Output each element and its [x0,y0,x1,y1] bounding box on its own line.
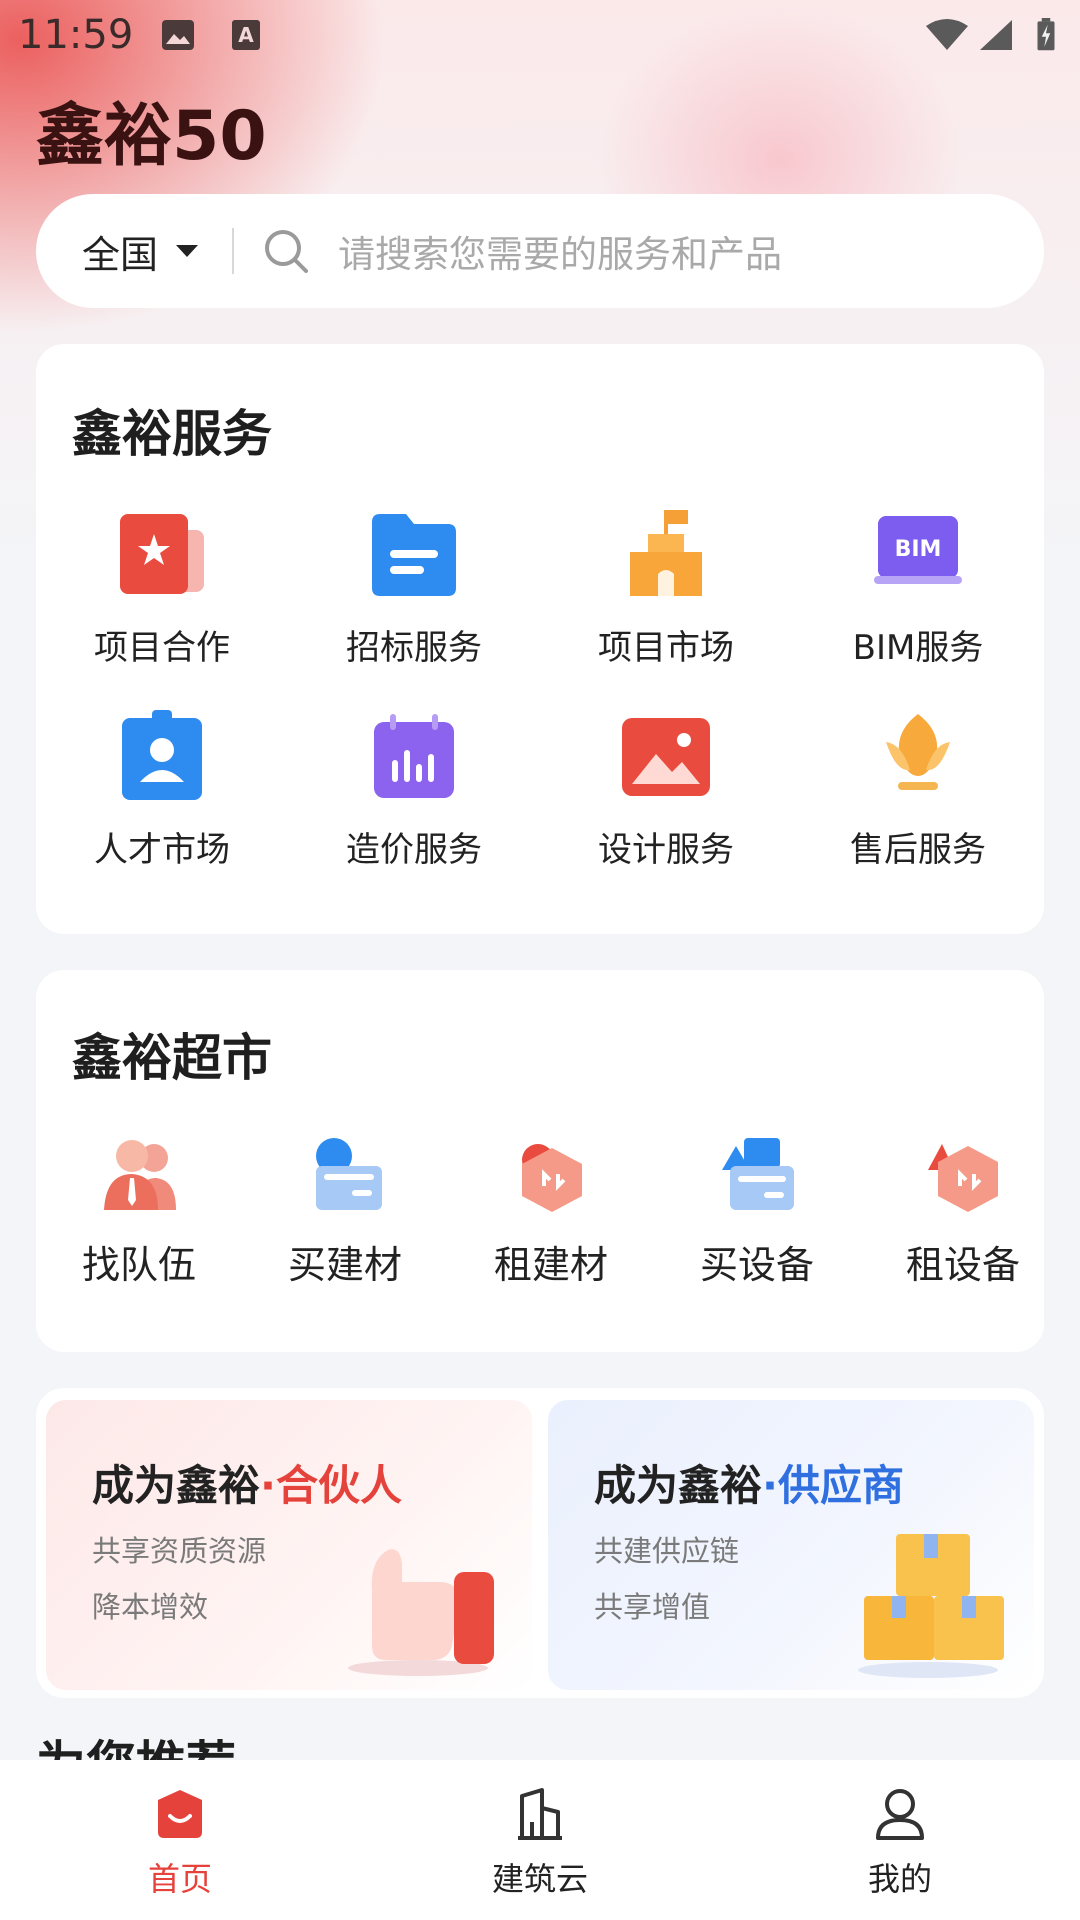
promo-title-highlight: 合伙人 [275,1461,402,1510]
service-label: 设计服务 [598,830,734,870]
promo-title-prefix: 成为鑫裕 [594,1461,763,1510]
nav-label: 首页 [147,1860,212,1898]
hand-flower-icon [886,714,950,790]
file-folder-icon [372,514,456,596]
app-title: 鑫裕50 [36,97,267,176]
picture-icon [622,718,710,796]
font-a-icon: A [232,20,260,50]
promo-line: 共享资质资源 [92,1534,267,1568]
buy-material-icon [316,1138,382,1210]
search-input[interactable]: 请搜索您需要的服务和产品 [338,224,782,278]
thumbs-up-icon [348,1549,494,1676]
bim-monitor-icon: BIM [874,516,962,584]
nav-mine[interactable]: 我的 [720,1760,1080,1920]
promo-line: 共享增值 [594,1590,711,1624]
nav-label: 我的 [867,1860,932,1898]
promo-line: 降本增效 [92,1590,209,1624]
region-selector[interactable]: 全国 [82,224,199,279]
rent-material-icon [522,1144,582,1212]
team-icon [104,1140,176,1210]
region-label: 全国 [82,232,159,277]
wifi-icon [926,19,968,50]
service-label: 造价服务 [346,830,482,870]
market-label: 租设备 [905,1243,1020,1287]
promo-title-highlight: 供应商 [777,1461,904,1510]
market-label: 买设备 [699,1243,814,1287]
promo-supplier-title: 成为鑫裕·供应商 [594,1461,904,1510]
calendar-chart-icon [374,714,454,798]
caret-down-icon [176,245,199,257]
market-buy-equipment[interactable]: 买设备 [654,1130,860,1290]
market-find-team[interactable]: 找队伍 [36,1130,242,1290]
service-label: 售后服务 [850,830,986,870]
service-project-market[interactable]: 项目市场 [540,508,792,678]
signal-icon [980,20,1012,50]
service-label: BIM服务 [852,628,984,668]
services-card: 鑫裕服务 项目合作 招标服务 项目市场 BIM BIM服务 人才市场 造价服务 … [36,344,1044,934]
service-cost[interactable]: 造价服务 [288,710,540,880]
nav-home[interactable]: 首页 [0,1760,360,1920]
market-label: 租建材 [493,1243,608,1287]
buy-equipment-icon [722,1138,794,1210]
status-time: 11:59 [18,12,134,58]
search-bar[interactable]: 全国 请搜索您需要的服务和产品 [36,194,1044,308]
service-label: 项目市场 [598,628,734,668]
market-label: 买建材 [287,1243,402,1287]
service-label: 招标服务 [346,628,482,668]
rent-equipment-icon [928,1144,998,1212]
nav-building-cloud[interactable]: 建筑云 [360,1760,720,1920]
user-icon [876,1789,924,1840]
home-icon [158,1790,202,1838]
bottom-nav: 首页 建筑云 我的 [0,1760,1080,1920]
status-bar: 11:59 A [0,0,1080,72]
service-label: 项目合作 [94,628,230,668]
badge-person-icon [122,710,202,800]
promo-line: 共建供应链 [594,1534,740,1568]
nav-label: 建筑云 [491,1860,588,1898]
service-bidding[interactable]: 招标服务 [288,508,540,678]
search-icon [265,230,309,273]
recommend-title: 为您推荐 [36,1735,236,1760]
star-folder-icon [120,514,204,594]
building-icon [518,1788,562,1840]
market-label: 找队伍 [81,1243,196,1287]
market-card: 鑫裕超市 找队伍 买建材 租建材 买设备 租设备 [36,970,1044,1352]
market-rent-material[interactable]: 租建材 [448,1130,654,1290]
promo-partner-title: 成为鑫裕·合伙人 [92,1461,402,1510]
services-title: 鑫裕服务 [72,405,272,463]
svg-text:A: A [238,23,254,47]
image-icon [162,20,194,50]
promo-supplier[interactable]: 成为鑫裕·供应商 共建供应链 共享增值 [548,1400,1034,1690]
battery-icon [1037,18,1055,51]
promo-partner[interactable]: 成为鑫裕·合伙人 共享资质资源 降本增效 [46,1400,532,1690]
castle-flag-icon [630,510,702,596]
service-design[interactable]: 设计服务 [540,710,792,880]
service-project-cooperation[interactable]: 项目合作 [36,508,288,678]
service-bim[interactable]: BIM BIM服务 [792,508,1044,678]
market-buy-material[interactable]: 买建材 [242,1130,448,1290]
service-label: 人才市场 [94,830,230,870]
service-talent-market[interactable]: 人才市场 [36,710,288,880]
search-divider [232,228,235,274]
service-after-sales[interactable]: 售后服务 [792,710,1044,880]
market-title: 鑫裕超市 [72,1029,272,1087]
boxes-icon [858,1534,1004,1678]
bim-icon-text: BIM [895,537,942,562]
promo-title-prefix: 成为鑫裕 [92,1461,261,1510]
market-rent-equipment[interactable]: 租设备 [860,1130,1066,1290]
